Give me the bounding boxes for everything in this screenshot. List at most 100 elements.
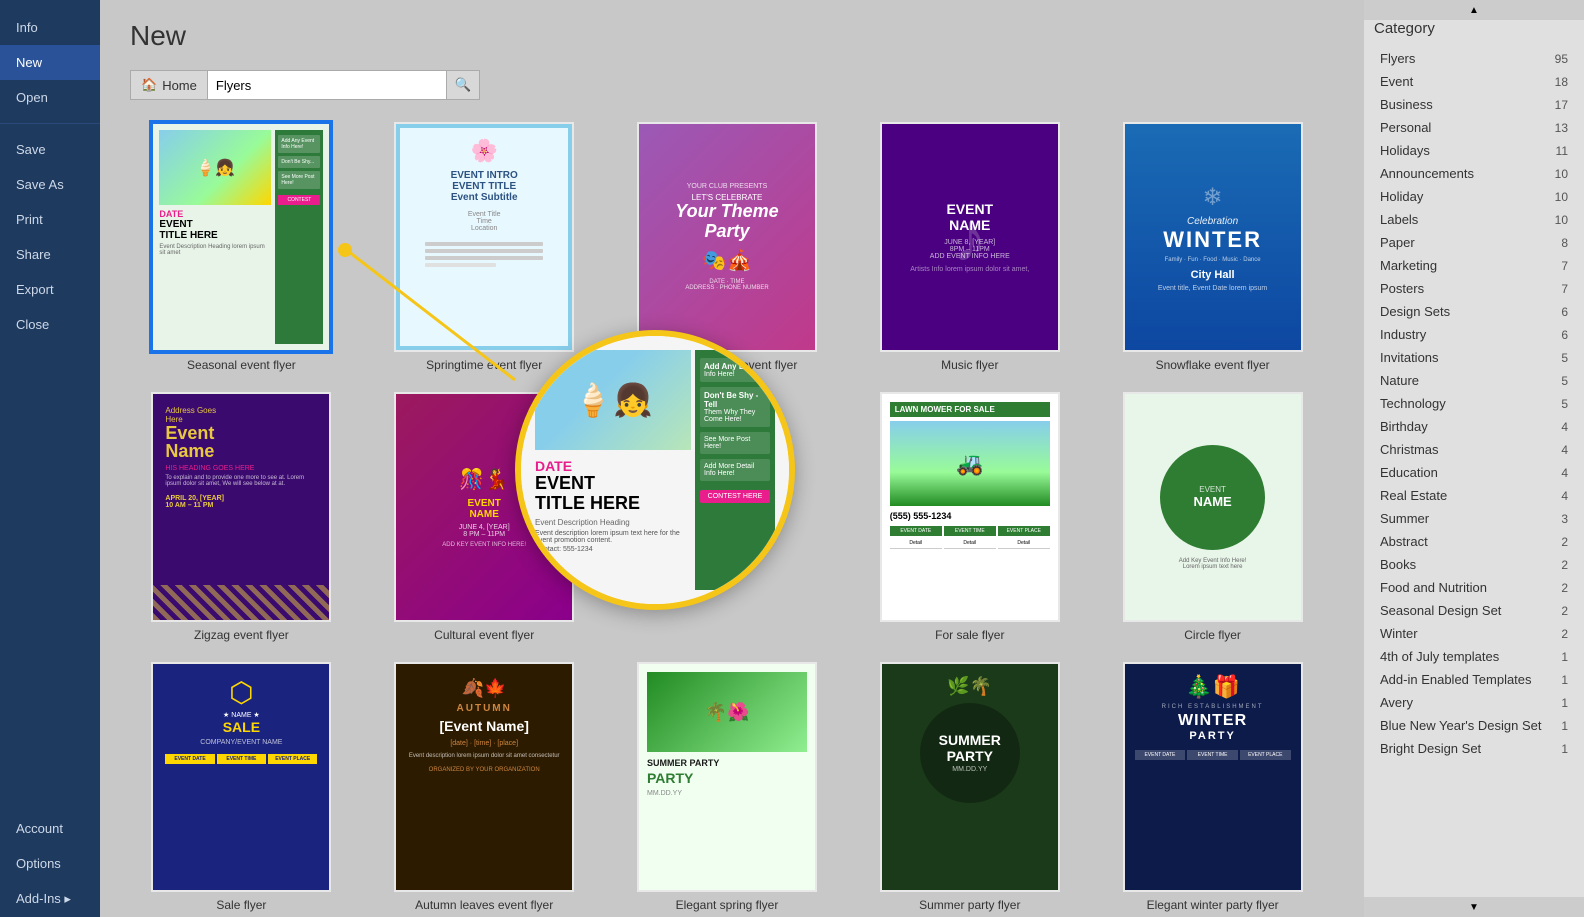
category-item[interactable]: Christmas4 (1374, 438, 1574, 461)
category-item-label: Design Sets (1380, 304, 1450, 319)
category-item[interactable]: Holiday10 (1374, 185, 1574, 208)
template-sale[interactable]: ⬡ ★ NAME ★ SALE COMPANY/EVENT NAME EVENT… (130, 662, 353, 912)
scroll-up-button[interactable]: ▲ (1364, 0, 1584, 20)
home-icon: 🏠 (141, 77, 157, 93)
category-item-count: 5 (1561, 374, 1568, 388)
category-item[interactable]: Nature5 (1374, 369, 1574, 392)
template-label-snowflake: Snowflake event flyer (1156, 358, 1270, 372)
category-item-label: Summer (1380, 511, 1429, 526)
category-item[interactable]: Blue New Year's Design Set 1 (1374, 714, 1574, 737)
category-item-count: 7 (1561, 259, 1568, 273)
category-item[interactable]: Flyers95 (1374, 47, 1574, 70)
page-title: New (130, 20, 1334, 52)
sidebar-item-new[interactable]: New (0, 45, 100, 80)
search-input[interactable] (207, 70, 447, 100)
search-button[interactable]: 🔍 (447, 70, 481, 100)
template-springtime[interactable]: 🌸 EVENT INTROEVENT TITLEEvent Subtitle E… (373, 122, 596, 372)
category-item[interactable]: Education4 (1374, 461, 1574, 484)
category-item[interactable]: Seasonal Design Set2 (1374, 599, 1574, 622)
category-item-label: Labels (1380, 212, 1418, 227)
category-item[interactable]: Holidays11 (1374, 139, 1574, 162)
category-item[interactable]: Technology5 (1374, 392, 1574, 415)
sidebar-item-open[interactable]: Open (0, 80, 100, 115)
category-item-label: Add-in Enabled Templates (1380, 672, 1532, 687)
category-item[interactable]: Posters7 (1374, 277, 1574, 300)
category-panel: ▲ Category Flyers95Event18Business17Pers… (1364, 0, 1584, 917)
category-item-count: 2 (1561, 558, 1568, 572)
scroll-down-button[interactable]: ▼ (1364, 897, 1584, 917)
template-music[interactable]: ♪ EVENTNAME JUNE 8, [YEAR]8PM – 11PMADD … (858, 122, 1081, 372)
category-item[interactable]: 4th of July templates1 (1374, 645, 1574, 668)
category-item[interactable]: Business17 (1374, 93, 1574, 116)
category-item-label: Winter (1380, 626, 1418, 641)
sidebar-item-save[interactable]: Save (0, 132, 100, 167)
category-item-count: 4 (1561, 466, 1568, 480)
category-item[interactable]: Winter2 (1374, 622, 1574, 645)
category-item-count: 95 (1555, 52, 1568, 66)
category-item[interactable]: Announcements10 (1374, 162, 1574, 185)
category-item[interactable]: Design Sets6 (1374, 300, 1574, 323)
template-label-sale: Sale flyer (216, 898, 266, 912)
category-item-count: 1 (1561, 742, 1568, 756)
category-item[interactable]: Summer 3 (1374, 507, 1574, 530)
category-item[interactable]: Invitations5 (1374, 346, 1574, 369)
sidebar-item-addins[interactable]: Add-Ins ▸ (0, 881, 100, 917)
template-label-cultural: Cultural event flyer (434, 628, 534, 642)
sidebar-item-close[interactable]: Close (0, 307, 100, 342)
sidebar-item-account[interactable]: Account (0, 811, 100, 846)
template-winterparty[interactable]: 🎄🎁 RICH ESTABLISHMENT WINTER PARTY EVENT… (1101, 662, 1324, 912)
template-zigzag[interactable]: Address GoesHere EventName HIS HEADING G… (130, 392, 353, 642)
category-item[interactable]: Marketing7 (1374, 254, 1574, 277)
template-seasonal[interactable]: 🍦👧 DATE EVENTTITLE HERE Event Descriptio… (130, 122, 353, 372)
home-button[interactable]: 🏠 Home (130, 70, 207, 100)
category-item-count: 13 (1555, 121, 1568, 135)
template-snowflake[interactable]: ❄ Celebration WINTER Family · Fun · Food… (1101, 122, 1324, 372)
category-item[interactable]: Paper8 (1374, 231, 1574, 254)
template-elegantspring[interactable]: 🌴🌺 SUMMER PARTY PARTY MM.DD.YY Elegant s… (616, 662, 839, 912)
category-item-count: 18 (1555, 75, 1568, 89)
template-summer[interactable]: 🌿🌴 SUMMERPARTY MM.DD.YY Summer party fly… (858, 662, 1081, 912)
category-item-count: 1 (1561, 719, 1568, 733)
category-item[interactable]: Avery1 (1374, 691, 1574, 714)
zoom-overlay: 🍦👧 DATE EVENT TITLE HERE Event Descripti… (515, 330, 795, 610)
category-item-count: 17 (1555, 98, 1568, 112)
sidebar-item-saveas[interactable]: Save As (0, 167, 100, 202)
template-label-springtime: Springtime event flyer (426, 358, 542, 372)
category-item-label: Blue New Year's Design Set (1380, 718, 1541, 733)
category-item-count: 2 (1561, 581, 1568, 595)
template-label-elegantspring: Elegant spring flyer (676, 898, 779, 912)
category-item-count: 10 (1555, 167, 1568, 181)
category-item-label: Event (1380, 74, 1413, 89)
category-item[interactable]: Books2 (1374, 553, 1574, 576)
sidebar-item-export[interactable]: Export (0, 272, 100, 307)
category-list: Flyers95Event18Business17Personal13Holid… (1374, 47, 1574, 760)
category-item[interactable]: Personal13 (1374, 116, 1574, 139)
category-item[interactable]: Bright Design Set1 (1374, 737, 1574, 760)
category-item-count: 7 (1561, 282, 1568, 296)
template-circle[interactable]: EVENT NAME Add Key Event Info Here!Lorem… (1101, 392, 1324, 642)
category-item-label: Seasonal Design Set (1380, 603, 1501, 618)
category-item[interactable]: Real Estate4 (1374, 484, 1574, 507)
category-item[interactable]: Labels 10 (1374, 208, 1574, 231)
template-autumn[interactable]: 🍂🍁 AUTUMN [Event Name] [date] · [time] ·… (373, 662, 596, 912)
category-item[interactable]: Abstract2 (1374, 530, 1574, 553)
category-item-label: Holiday (1380, 189, 1423, 204)
category-item-count: 10 (1555, 213, 1568, 227)
search-bar: 🏠 Home 🔍 (130, 70, 1334, 100)
category-item-count: 4 (1561, 489, 1568, 503)
category-item[interactable]: Industry6 (1374, 323, 1574, 346)
category-item[interactable]: Food and Nutrition2 (1374, 576, 1574, 599)
sidebar-item-share[interactable]: Share (0, 237, 100, 272)
sidebar-item-print[interactable]: Print (0, 202, 100, 237)
category-item-count: 3 (1561, 512, 1568, 526)
sidebar-item-options[interactable]: Options (0, 846, 100, 881)
category-item[interactable]: Birthday4 (1374, 415, 1574, 438)
template-forsale[interactable]: LAWN MOWER FOR SALE 🚜 (555) 555-1234 EVE… (858, 392, 1081, 642)
category-item-label: Avery (1380, 695, 1413, 710)
zoom-contest-button[interactable]: CONTEST HERE (700, 490, 770, 503)
category-item[interactable]: Add-in Enabled Templates1 (1374, 668, 1574, 691)
category-item-label: Holidays (1380, 143, 1430, 158)
category-item-label: Invitations (1380, 350, 1439, 365)
category-item[interactable]: Event 18 (1374, 70, 1574, 93)
sidebar-item-info[interactable]: Info (0, 10, 100, 45)
